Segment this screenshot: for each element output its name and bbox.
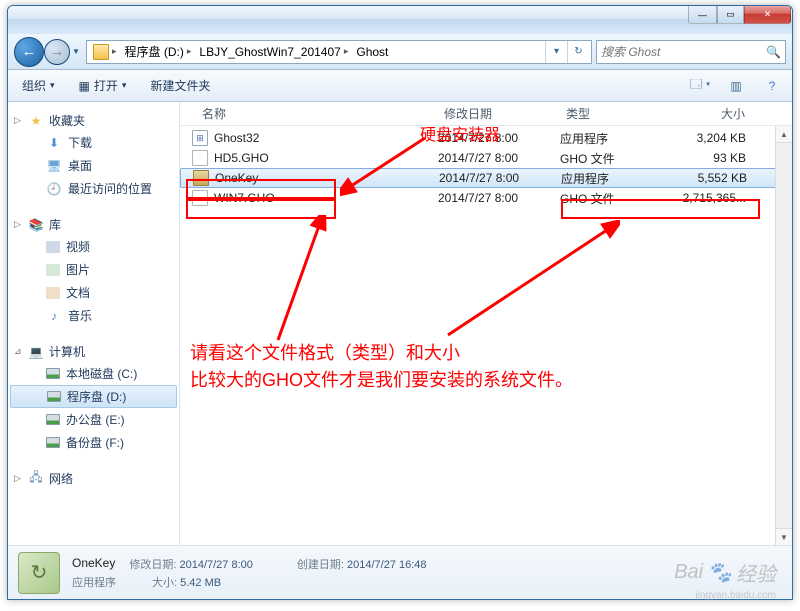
sidebar-disk-d[interactable]: 程序盘 (D:) (10, 385, 177, 408)
recent-icon: 🕘 (46, 181, 62, 197)
file-row[interactable]: OneKey 2014/7/27 8:00 应用程序 5,552 KB (180, 168, 792, 188)
sidebar-documents[interactable]: 文档 (8, 281, 179, 304)
disk-icon (46, 414, 60, 425)
body: ▷★收藏夹 ⬇下载 🖥桌面 🕘最近访问的位置 ▷📚库 视频 图片 文档 ♪音乐 … (8, 102, 792, 545)
nav-history-dropdown[interactable]: ▼ (70, 47, 82, 56)
drive-icon (93, 44, 109, 60)
download-icon: ⬇ (46, 135, 62, 151)
column-date[interactable]: 修改日期 (438, 105, 560, 122)
sidebar-recent[interactable]: 🕘最近访问的位置 (8, 177, 179, 200)
library-icon: 📚 (28, 217, 44, 233)
sidebar-network[interactable]: ▷🖧网络 (8, 468, 179, 489)
nav-buttons: ← → ▼ (14, 37, 82, 67)
addressbar: ← → ▼ ▸ 程序盘 (D:) ▸ LBJY_GhostWin7_201407… (8, 34, 792, 70)
sidebar-computer[interactable]: ⊿💻计算机 (8, 341, 179, 362)
scrollbar-vertical[interactable]: ▲ ▼ (775, 126, 792, 545)
sidebar-disk-e[interactable]: 办公盘 (E:) (8, 408, 179, 431)
annotation-label: 硬盘安装器 (420, 124, 500, 148)
search-box[interactable]: 🔍 (596, 40, 786, 64)
onekey-icon (193, 170, 209, 186)
titlebar: — ▭ ✕ (8, 6, 792, 34)
file-row[interactable]: WIN7.GHO 2014/7/27 8:00 GHO 文件 2,715,365… (180, 188, 792, 208)
search-input[interactable] (601, 45, 766, 59)
forward-button[interactable]: → (44, 39, 70, 65)
scroll-down-button[interactable]: ▼ (776, 528, 792, 545)
sidebar-favorites[interactable]: ▷★收藏夹 (8, 110, 179, 131)
column-type[interactable]: 类型 (560, 105, 660, 122)
network-icon: 🖧 (28, 471, 44, 487)
back-button[interactable]: ← (14, 37, 44, 67)
gho-icon (192, 150, 208, 166)
details-file-icon: ↻ (18, 552, 60, 594)
sidebar-videos[interactable]: 视频 (8, 235, 179, 258)
new-folder-button[interactable]: 新建文件夹 (144, 74, 216, 97)
open-menu[interactable]: ▦ 打开 (73, 74, 133, 97)
computer-icon: 💻 (28, 344, 44, 360)
columns-header: 名称 修改日期 类型 大小 (180, 102, 792, 126)
sidebar-music[interactable]: ♪音乐 (8, 304, 179, 327)
file-row[interactable]: HD5.GHO 2014/7/27 8:00 GHO 文件 93 KB (180, 148, 792, 168)
gho-icon (192, 190, 208, 206)
breadcrumb-seg2[interactable]: LBJY_GhostWin7_201407 ▸ (195, 43, 352, 61)
watermark: Bai🐾经验 jingyan.baidu.com (674, 558, 776, 587)
disk-icon (47, 391, 61, 402)
view-options-button[interactable]: 🗔 ▾ (688, 74, 712, 98)
file-list: 名称 修改日期 类型 大小 Ghost32 2014/7/27 8:00 应用程… (180, 102, 792, 545)
disk-icon (46, 368, 60, 379)
details-name: OneKey (72, 556, 115, 572)
exe-icon (192, 130, 208, 146)
scroll-up-button[interactable]: ▲ (776, 126, 792, 143)
column-name[interactable]: 名称 (180, 105, 438, 122)
sidebar-disk-c[interactable]: 本地磁盘 (C:) (8, 362, 179, 385)
preview-pane-button[interactable]: ▥ (724, 74, 748, 98)
sidebar: ▷★收藏夹 ⬇下载 🖥桌面 🕘最近访问的位置 ▷📚库 视频 图片 文档 ♪音乐 … (8, 102, 180, 545)
breadcrumb-dropdown[interactable]: ▾ (545, 41, 567, 63)
sidebar-downloads[interactable]: ⬇下载 (8, 131, 179, 154)
explorer-window: — ▭ ✕ ← → ▼ ▸ 程序盘 (D:) ▸ LBJY_GhostWin7_… (7, 5, 793, 600)
organize-menu[interactable]: 组织 (16, 74, 61, 97)
column-size[interactable]: 大小 (660, 105, 760, 122)
annotation-text-2: 比较大的GHO文件才是我们要安装的系统文件。 (190, 367, 573, 394)
refresh-button[interactable]: ↻ (567, 41, 589, 63)
close-button[interactable]: ✕ (744, 5, 791, 24)
help-button[interactable]: ? (760, 74, 784, 98)
window-controls: — ▭ ✕ (688, 5, 791, 24)
breadcrumb[interactable]: ▸ 程序盘 (D:) ▸ LBJY_GhostWin7_201407 ▸ Gho… (86, 40, 592, 64)
breadcrumb-seg1[interactable]: 程序盘 (D:) ▸ (121, 41, 196, 62)
video-icon (46, 241, 60, 253)
search-icon: 🔍 (766, 45, 781, 59)
toolbar: 组织 ▦ 打开 新建文件夹 🗔 ▾ ▥ ? (8, 70, 792, 102)
details-type: 应用程序 (72, 574, 116, 590)
picture-icon (46, 264, 60, 276)
annotation-text-1: 请看这个文件格式（类型）和大小 (190, 340, 460, 367)
open-icon: ▦ (79, 79, 90, 93)
sidebar-libraries[interactable]: ▷📚库 (8, 214, 179, 235)
document-icon (46, 287, 60, 299)
sidebar-disk-f[interactable]: 备份盘 (F:) (8, 431, 179, 454)
music-icon: ♪ (46, 308, 62, 324)
maximize-button[interactable]: ▭ (717, 5, 744, 24)
breadcrumb-seg3[interactable]: Ghost (352, 43, 392, 61)
desktop-icon: 🖥 (46, 158, 62, 174)
sidebar-desktop[interactable]: 🖥桌面 (8, 154, 179, 177)
disk-icon (46, 437, 60, 448)
star-icon: ★ (28, 113, 44, 129)
minimize-button[interactable]: — (688, 5, 717, 24)
sidebar-pictures[interactable]: 图片 (8, 258, 179, 281)
